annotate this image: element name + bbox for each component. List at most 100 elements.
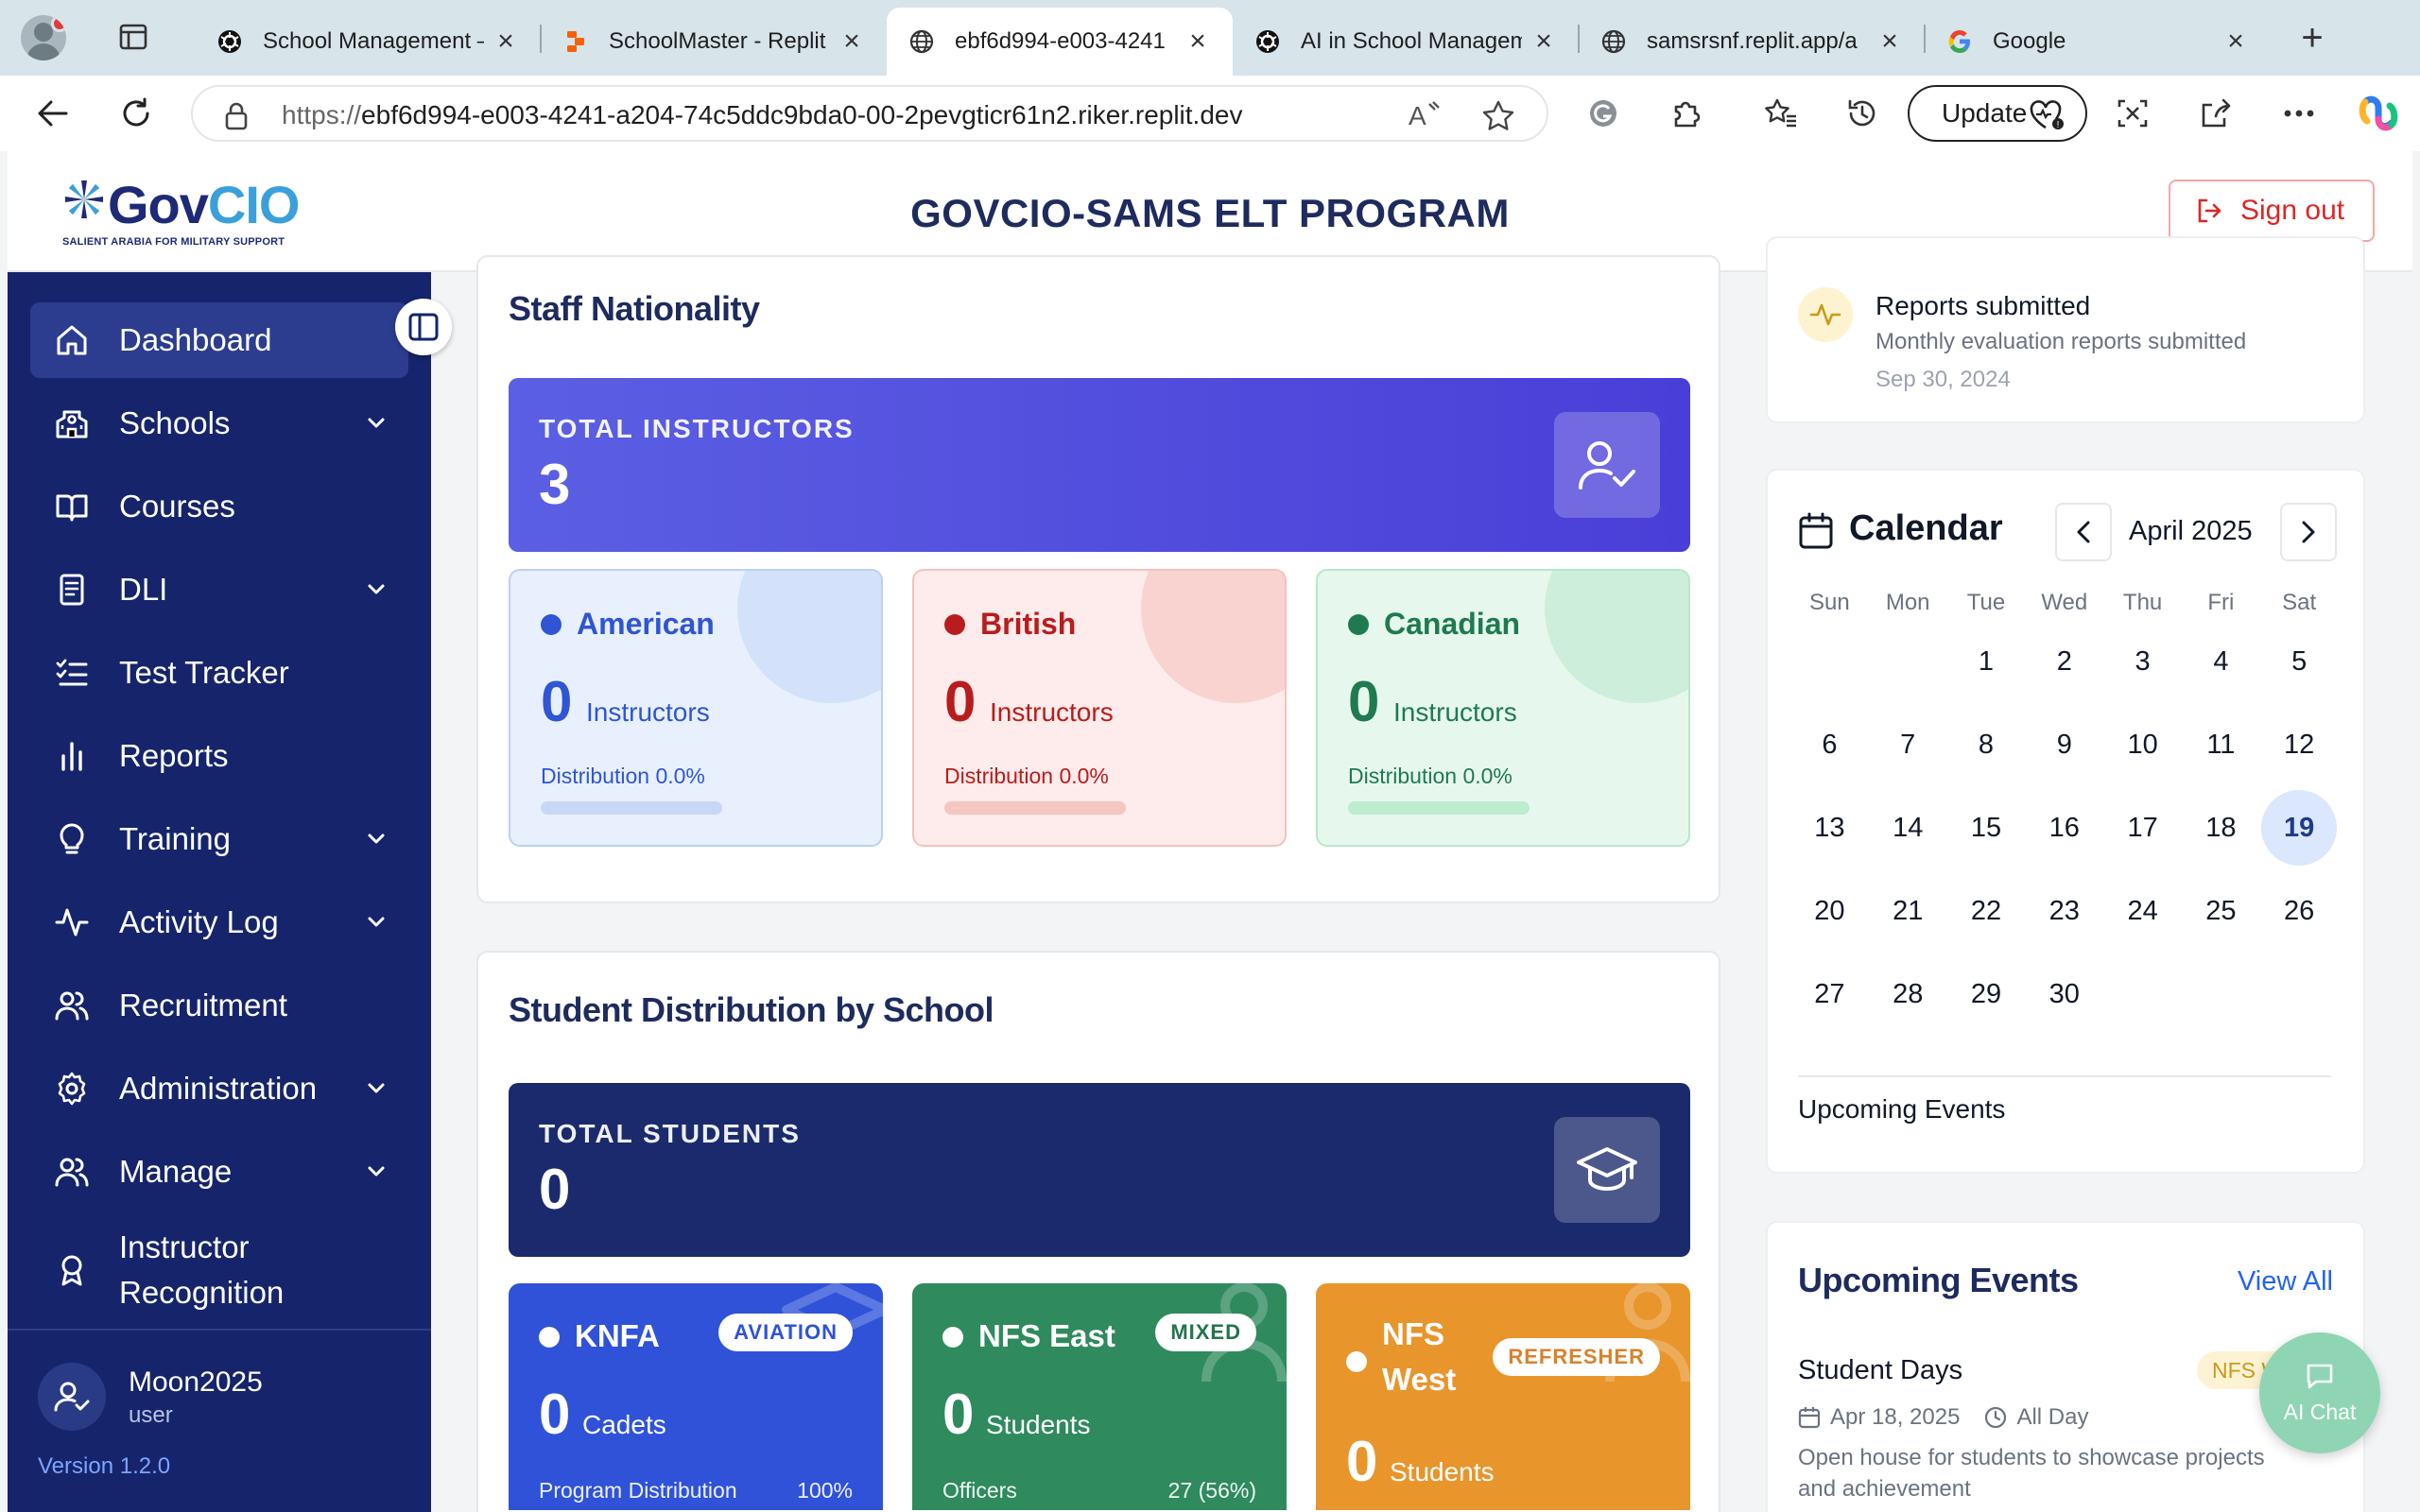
sidebar-item-reports[interactable]: Reports (30, 718, 408, 794)
calendar-day[interactable]: 4 (2182, 646, 2260, 678)
browser-tab[interactable]: School Management — × (195, 8, 541, 76)
calendar-day[interactable]: 25 (2182, 896, 2260, 927)
read-aloud-icon[interactable]: A (1409, 100, 1443, 129)
calendar-day[interactable]: 2 (2025, 646, 2103, 678)
user-avatar-icon[interactable] (38, 1363, 106, 1431)
share-icon[interactable] (2195, 93, 2237, 134)
sidebar-item-instructor-recognition[interactable]: Instructor Recognition (30, 1217, 408, 1323)
more-menu-icon[interactable] (2278, 93, 2320, 134)
calendar-day[interactable]: 30 (2025, 979, 2103, 1010)
calendar-day[interactable]: 12 (2260, 730, 2339, 761)
school-card-nfs-east[interactable]: NFS East MIXED 0 Students Officers 27 (56%) (912, 1283, 1287, 1510)
update-button[interactable]: Update ! (1908, 85, 2087, 142)
calendar-day[interactable]: 20 (1790, 896, 1869, 927)
sign-out-button[interactable]: Sign out (2169, 180, 2375, 242)
calendar-day[interactable]: 11 (2182, 730, 2260, 761)
view-all-link[interactable]: View All (2238, 1266, 2333, 1297)
extensions-icon[interactable] (1666, 93, 1707, 134)
browser-tab[interactable]: AI in School Managem × (1233, 8, 1579, 76)
ai-chat-button[interactable]: AI Chat (2259, 1332, 2380, 1453)
browser-tab[interactable]: samsrsnf.replit.app/a × (1579, 8, 1925, 76)
calendar-day[interactable]: 16 (2025, 813, 2103, 844)
copilot-icon[interactable] (2358, 93, 2399, 134)
browser-tab[interactable]: Google × (1925, 8, 2271, 76)
browser-tab[interactable]: ebf6d994-e003-4241 × (887, 8, 1233, 76)
grammarly-icon[interactable] (1582, 93, 1624, 134)
favorites-icon[interactable] (1760, 93, 1802, 134)
calendar-day[interactable]: 8 (1947, 730, 2026, 761)
calendar-day[interactable]: 1 (1947, 646, 2026, 678)
back-arrow-icon[interactable] (32, 93, 74, 134)
sidebar-item-activity-log[interactable]: Activity Log (30, 885, 408, 960)
screenshot-icon[interactable] (2112, 93, 2153, 134)
reload-icon[interactable] (115, 93, 157, 134)
chevron-down-icon[interactable] (365, 1074, 388, 1104)
history-icon[interactable] (1841, 93, 1883, 134)
calendar-day[interactable]: 14 (1869, 813, 1947, 844)
calendar-day[interactable]: 24 (2103, 896, 2182, 927)
close-tab-icon[interactable]: × (492, 26, 520, 58)
favorite-star-icon[interactable] (1482, 100, 1514, 130)
calendar-day[interactable]: 18 (2182, 813, 2260, 844)
sidebar-item-manage[interactable]: Manage (30, 1134, 408, 1210)
calendar-day[interactable]: 19 (2260, 790, 2339, 866)
school-type-badge: AVIATION (718, 1314, 853, 1351)
calendar-day[interactable]: 17 (2103, 813, 2182, 844)
calendar-day[interactable]: 27 (1790, 979, 1869, 1010)
calendar-prev-button[interactable] (2055, 503, 2112, 561)
sidebar-item-training[interactable]: Training (30, 801, 408, 877)
calendar-day[interactable]: 7 (1869, 730, 1947, 761)
sidebar-item-label: Training (119, 821, 231, 856)
close-tab-icon[interactable]: × (1184, 26, 1212, 58)
close-tab-icon[interactable]: × (838, 26, 866, 58)
home-icon (53, 321, 91, 359)
school-card-nfs-west[interactable]: NFS West REFRESHER 0 Students (1316, 1283, 1690, 1510)
calendar-day[interactable]: 15 (1947, 813, 2026, 844)
close-tab-icon[interactable]: × (1530, 26, 1558, 58)
chevron-down-icon[interactable] (365, 1157, 388, 1187)
sidebar-item-courses[interactable]: Courses (30, 469, 408, 544)
address-bar[interactable]: https://ebf6d994-e003-4241-a204-74c5ddc9… (191, 85, 1548, 142)
calendar-day[interactable]: 23 (2025, 896, 2103, 927)
sidebar-item-label: DLI (119, 572, 168, 607)
tab-actions-icon[interactable] (117, 21, 149, 53)
calendar-day[interactable]: 29 (1947, 979, 2026, 1010)
calendar-day[interactable]: 10 (2103, 730, 2182, 761)
calendar-day[interactable]: 6 (1790, 730, 1869, 761)
sidebar-item-administration[interactable]: Administration (30, 1051, 408, 1126)
calendar-next-button[interactable] (2280, 503, 2337, 561)
weekday-label: Thu (2122, 590, 2163, 615)
school-dot-icon (1346, 1351, 1367, 1372)
sidebar-item-label: Administration (119, 1071, 318, 1106)
nationality-card-canadian[interactable]: Canadian 0 Instructors Distribution 0.0% (1316, 569, 1690, 847)
chevron-down-icon[interactable] (365, 824, 388, 854)
nationality-card-american[interactable]: American 0 Instructors Distribution 0.0% (509, 569, 883, 847)
close-tab-icon[interactable]: × (1876, 26, 1904, 58)
chevron-down-icon[interactable] (365, 408, 388, 438)
sidebar-item-dli[interactable]: DLI (30, 552, 408, 627)
nationality-card-british[interactable]: British 0 Instructors Distribution 0.0% (912, 569, 1287, 847)
calendar-day[interactable]: 28 (1869, 979, 1947, 1010)
sidebar-item-recruitment[interactable]: Recruitment (30, 968, 408, 1043)
event-title[interactable]: Student Days (1798, 1355, 1962, 1386)
close-tab-icon[interactable]: × (2221, 26, 2250, 58)
sidebar-item-test-tracker[interactable]: Test Tracker (30, 635, 408, 711)
chevron-down-icon[interactable] (365, 575, 388, 605)
sidebar-collapse-button[interactable] (395, 299, 452, 355)
sidebar-item-schools[interactable]: Schools (30, 386, 408, 461)
school-card-knfa[interactable]: KNFA AVIATION 0 Cadets Program Distribution 1… (509, 1283, 883, 1510)
new-tab-button[interactable]: + (2291, 17, 2333, 59)
school-name: NFS East (978, 1318, 1115, 1353)
chevron-down-icon[interactable] (365, 907, 388, 937)
calendar-day[interactable]: 26 (2260, 896, 2339, 927)
calendar-day[interactable]: 9 (2025, 730, 2103, 761)
sidebar-item-label: Manage (119, 1154, 233, 1189)
calendar-day[interactable]: 5 (2260, 646, 2339, 678)
calendar-day[interactable]: 3 (2103, 646, 2182, 678)
browser-tab[interactable]: SchoolMaster - Replit × (541, 8, 887, 76)
calendar-day[interactable]: 22 (1947, 896, 2026, 927)
sidebar-item-dashboard[interactable]: Dashboard (30, 302, 408, 378)
profile-avatar-icon[interactable] (21, 15, 66, 60)
calendar-day[interactable]: 21 (1869, 896, 1947, 927)
calendar-day[interactable]: 13 (1790, 813, 1869, 844)
